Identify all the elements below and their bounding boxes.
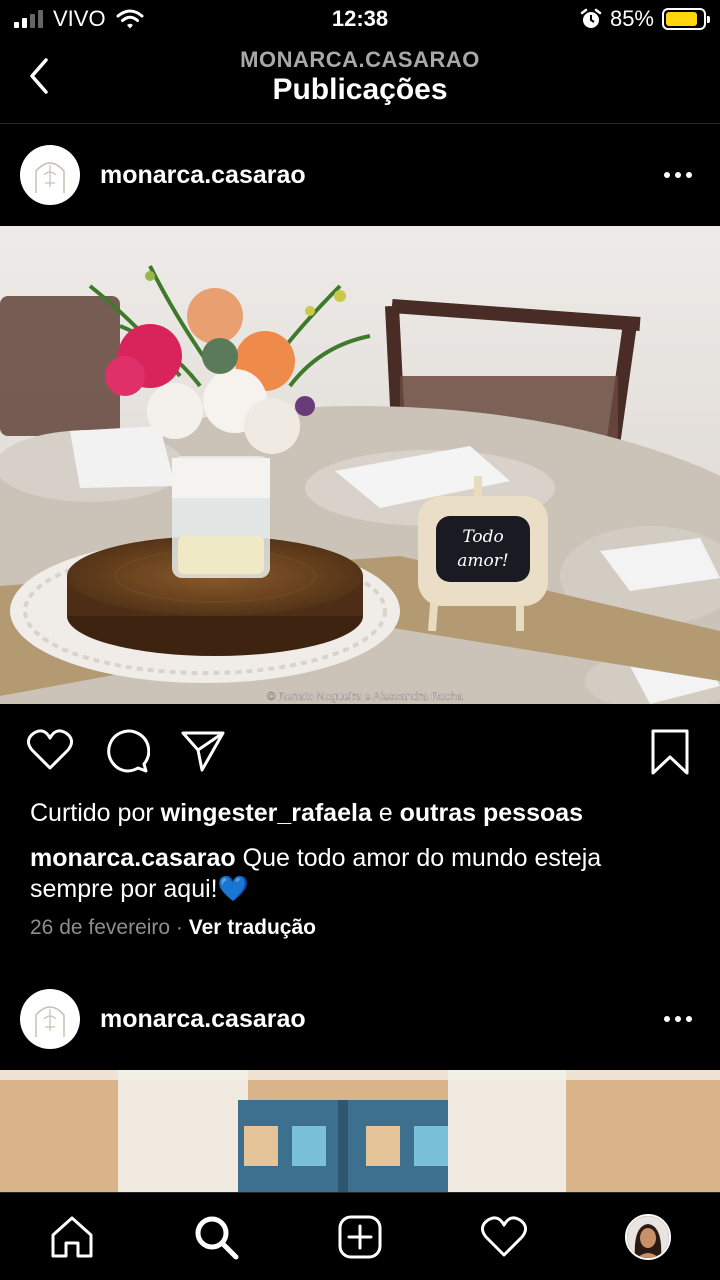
meta-separator: · xyxy=(170,916,189,939)
home-icon xyxy=(51,1216,93,1258)
share-send-icon[interactable] xyxy=(180,728,226,774)
account-name[interactable]: MONARCA.CASARAO xyxy=(0,47,720,73)
battery-icon xyxy=(662,8,710,30)
tab-home[interactable] xyxy=(46,1211,98,1263)
post-photo[interactable] xyxy=(0,1070,720,1194)
status-bar: VIVO 12:38 85% xyxy=(0,0,720,40)
liked-by-user[interactable]: wingester_rafaela xyxy=(161,799,372,827)
monarca-logo-icon xyxy=(35,1006,65,1037)
search-icon xyxy=(195,1216,239,1260)
new-post-icon xyxy=(338,1215,382,1259)
battery-percent: 85% xyxy=(609,6,654,31)
monarca-logo-icon xyxy=(35,162,65,193)
caption-username[interactable]: monarca.casarao xyxy=(30,844,236,872)
like-heart-icon[interactable] xyxy=(26,728,74,772)
post-photo[interactable]: Todo amor! © Renato Nogueira e Alessandr… xyxy=(0,226,720,704)
page-title: Publicações xyxy=(272,73,448,106)
post-caption: monarca.casarao Que todo amor do mundo e… xyxy=(30,843,690,905)
tab-activity[interactable] xyxy=(478,1211,530,1263)
photo-credit: © Renato Nogueira e Alessandra Rocha xyxy=(267,691,464,703)
more-options-icon[interactable] xyxy=(662,1007,694,1031)
account-avatar[interactable] xyxy=(20,989,80,1049)
post-date: 26 de fevereiro xyxy=(30,916,171,939)
post-header: monarca.casarao xyxy=(0,125,720,225)
tab-search[interactable] xyxy=(190,1211,242,1263)
tab-profile[interactable] xyxy=(622,1211,674,1263)
more-options-icon[interactable] xyxy=(662,163,694,187)
status-right: 85% xyxy=(580,6,710,32)
centerpiece-photo: Todo amor! © Renato Nogueira e Alessandr… xyxy=(0,226,720,704)
post-header: monarca.casarao xyxy=(0,969,720,1069)
tab-new-post[interactable] xyxy=(334,1211,386,1263)
translate-link[interactable]: Ver tradução xyxy=(189,916,316,939)
liked-by-joiner: e xyxy=(371,799,400,827)
post-meta: 26 de fevereiro · Ver tradução xyxy=(30,916,316,940)
bottom-tab-bar xyxy=(0,1192,720,1280)
post-username[interactable]: monarca.casarao xyxy=(100,161,306,190)
save-bookmark-icon[interactable] xyxy=(650,728,690,776)
liked-by-others[interactable]: outras pessoas xyxy=(400,799,583,827)
alarm-icon xyxy=(580,8,602,28)
activity-heart-icon xyxy=(481,1216,527,1257)
profile-avatar xyxy=(625,1214,671,1260)
nav-header: MONARCA.CASARAO Publicações xyxy=(0,40,720,124)
liked-by-prefix: Curtido por xyxy=(30,799,161,827)
liked-by-line: Curtido por wingester_rafaela e outras p… xyxy=(30,799,583,828)
sign-text-1: Todo xyxy=(462,527,503,547)
account-avatar[interactable] xyxy=(20,145,80,205)
sign-text-2: amor! xyxy=(457,551,508,571)
comment-icon[interactable] xyxy=(104,728,150,774)
window-photo xyxy=(0,1070,720,1194)
post-username[interactable]: monarca.casarao xyxy=(100,1005,306,1034)
post-actions xyxy=(0,720,720,784)
